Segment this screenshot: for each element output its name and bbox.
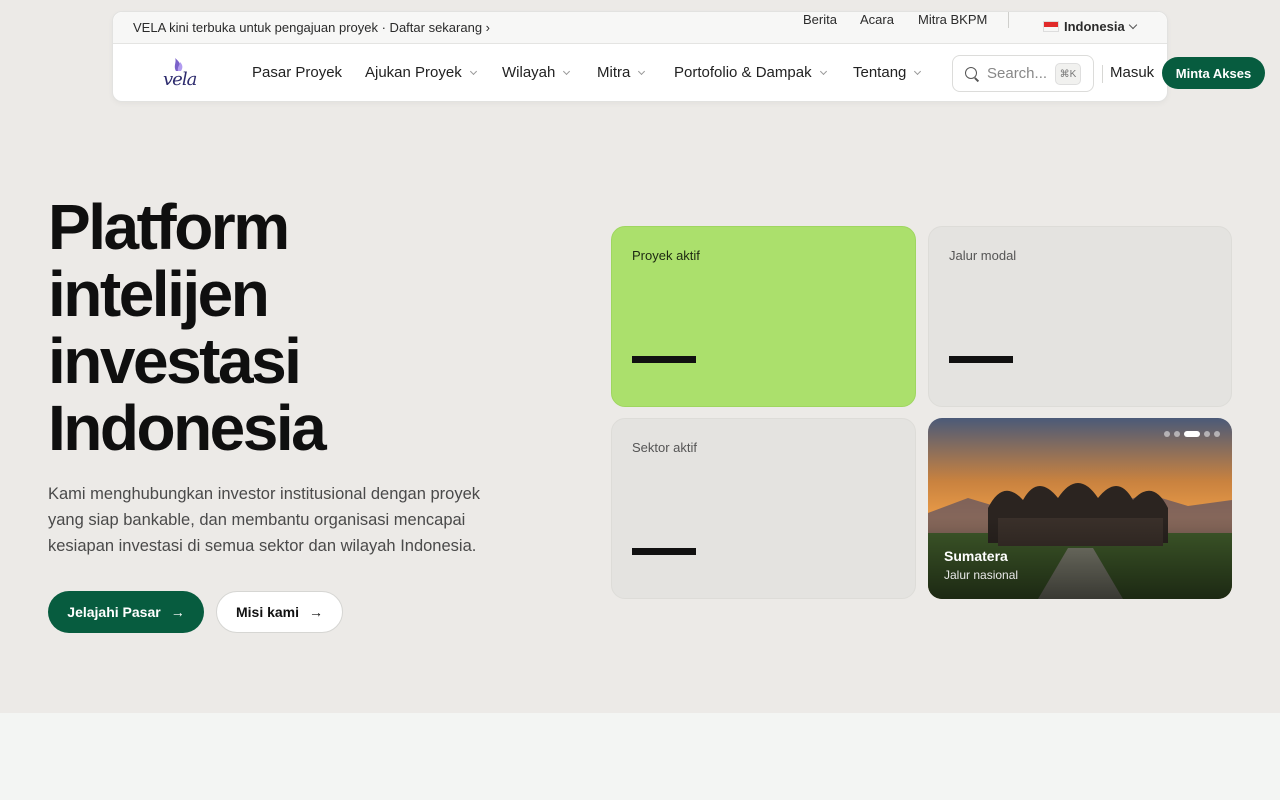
- nav-label: Wilayah: [502, 64, 556, 81]
- stat-label: Sektor aktif: [632, 440, 698, 455]
- nav-label: Tentang: [853, 64, 907, 81]
- chevron-down-icon: [819, 67, 827, 75]
- indonesia-flag-icon: [1043, 21, 1059, 32]
- site-header: VELA kini terbuka untuk pengajuan proyek…: [112, 11, 1168, 102]
- search-input[interactable]: [987, 65, 1049, 82]
- stat-label: Jalur modal: [949, 248, 1017, 263]
- stat-card-active-projects[interactable]: Proyek aktif: [611, 226, 916, 407]
- hero-title: Platform intelijen investasi Indonesia: [48, 194, 508, 462]
- carousel-dot[interactable]: [1214, 431, 1220, 437]
- chevron-down-icon: [914, 67, 922, 75]
- nav-label: Pasar Proyek: [252, 64, 343, 81]
- chevron-down-icon: [638, 67, 646, 75]
- chevron-down-icon: [563, 67, 571, 75]
- search-icon: [965, 66, 979, 81]
- button-label: Jelajahi Pasar: [67, 604, 161, 620]
- nav-about[interactable]: Tentang: [853, 64, 922, 81]
- region-title: Sumatera: [944, 548, 1008, 564]
- language-label: Indonesia: [1064, 19, 1125, 34]
- carousel-indicators: [1164, 431, 1220, 437]
- carousel-dot[interactable]: [1204, 431, 1210, 437]
- nav-regions[interactable]: Wilayah: [502, 64, 571, 81]
- carousel-dot-active[interactable]: [1184, 431, 1200, 437]
- stat-card-capital-pipeline[interactable]: Jalur modal: [928, 226, 1232, 407]
- arrow-right-icon: →: [309, 604, 324, 620]
- stat-value-placeholder: [949, 356, 1013, 363]
- top-link-news[interactable]: Berita: [803, 12, 837, 27]
- nav-portfolio-impact[interactable]: Portofolio & Dampak: [674, 64, 827, 81]
- stat-value-placeholder: [632, 548, 696, 555]
- nav-submit-project[interactable]: Ajukan Proyek: [365, 64, 477, 81]
- announcement-bar: VELA kini terbuka untuk pengajuan proyek…: [113, 12, 1167, 44]
- next-section-band: [0, 713, 1280, 800]
- request-access-button[interactable]: Minta Akses: [1162, 57, 1265, 89]
- nav-partners[interactable]: Mitra: [597, 64, 646, 81]
- region-photo-card[interactable]: Sumatera Jalur nasional: [928, 418, 1232, 599]
- keyboard-shortcut-badge: ⌘K: [1055, 63, 1081, 85]
- nav-label: Mitra: [597, 64, 631, 81]
- nav-label: Portofolio & Dampak: [674, 64, 812, 81]
- carousel-dot[interactable]: [1174, 431, 1180, 437]
- logo-wordmark: vela: [163, 69, 197, 90]
- chevron-down-icon: [1128, 20, 1137, 30]
- hero-title-line: intelijen: [48, 258, 270, 330]
- stat-card-active-sectors[interactable]: Sektor aktif: [611, 418, 916, 599]
- hero-title-line: Indonesia: [48, 392, 327, 464]
- our-mission-button[interactable]: Misi kami →: [216, 591, 343, 633]
- nav-label: Ajukan Proyek: [365, 64, 462, 81]
- stat-value-placeholder: [632, 356, 696, 363]
- hero-title-line: Platform: [48, 191, 290, 263]
- search-box[interactable]: ⌘K: [952, 55, 1094, 92]
- hero-title-line: investasi: [48, 325, 302, 397]
- language-selector[interactable]: Indonesia: [1043, 19, 1137, 34]
- explore-market-button[interactable]: Jelajahi Pasar →: [48, 591, 204, 633]
- chevron-down-icon: [469, 67, 477, 75]
- carousel-dot[interactable]: [1164, 431, 1170, 437]
- announcement-link[interactable]: VELA kini terbuka untuk pengajuan proyek…: [133, 20, 490, 35]
- button-label: Misi kami: [235, 604, 300, 620]
- top-link-bkpm-partner[interactable]: Mitra BKPM: [918, 12, 987, 27]
- arrow-right-icon: →: [170, 604, 185, 620]
- nav-project-market[interactable]: Pasar Proyek: [252, 64, 342, 81]
- stat-label: Proyek aktif: [632, 248, 700, 263]
- hero-description: Kami menghubungkan investor institusiona…: [48, 485, 481, 555]
- topbar-divider: [1008, 12, 1009, 28]
- nav-divider: [1102, 65, 1103, 83]
- region-subtitle: Jalur nasional: [944, 568, 1019, 582]
- login-link[interactable]: Masuk: [1110, 64, 1154, 81]
- top-link-events[interactable]: Acara: [860, 12, 894, 27]
- vela-logo[interactable]: vela: [163, 56, 203, 90]
